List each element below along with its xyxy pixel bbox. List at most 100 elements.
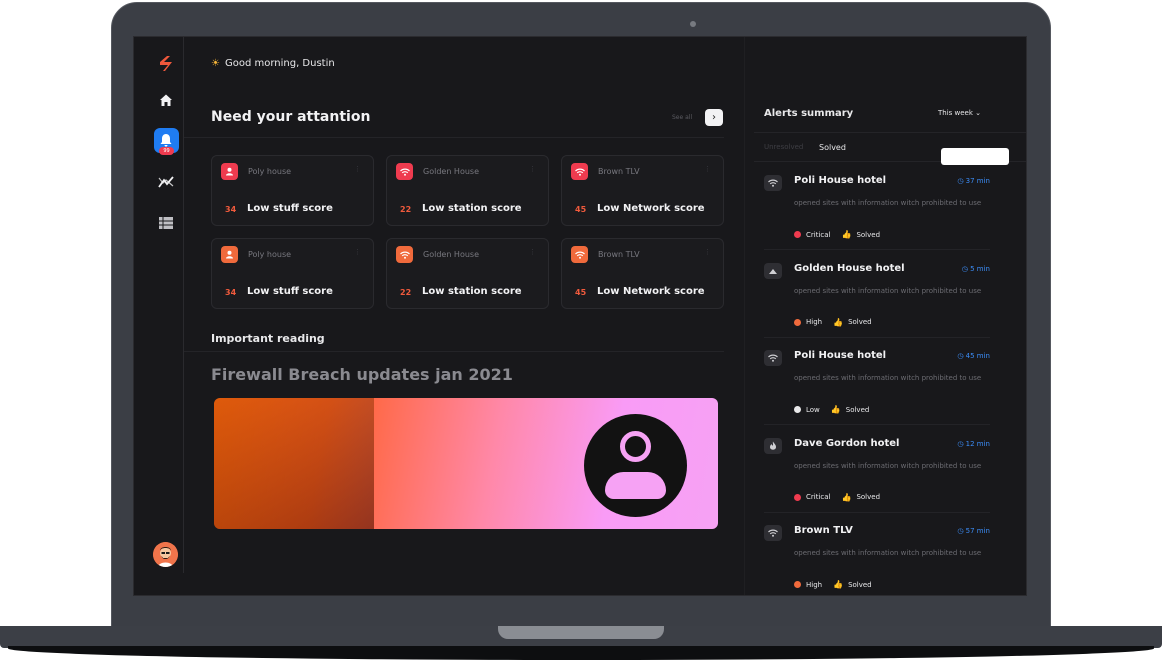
tab-solved[interactable]: Solved	[819, 143, 846, 152]
user-placeholder-icon	[584, 414, 687, 517]
alert-item[interactable]: Golden House hotel ◷ 5 min opened sites wi…	[764, 253, 990, 339]
severity-dot	[794, 318, 801, 326]
attention-card[interactable]: Poly house ⋮ 34 Low stuff score	[211, 155, 374, 226]
alert-meta: High 👍 Solved	[794, 318, 872, 327]
card-label: Low station score	[422, 203, 522, 214]
card-label: Low Network score	[597, 286, 705, 297]
status-label: Solved	[848, 580, 872, 589]
attention-card[interactable]: Poly house ⋮ 34 Low stuff score	[211, 238, 374, 309]
alerts-badge: 99	[159, 147, 174, 155]
trend-icon[interactable]	[156, 172, 176, 192]
more-icon[interactable]: ⋮	[704, 165, 711, 173]
more-icon[interactable]: ⋮	[529, 248, 536, 256]
home-icon[interactable]	[156, 90, 176, 110]
alert-description: opened sites with information witch proh…	[794, 549, 982, 557]
alert-time-value: 57 min	[965, 527, 990, 535]
alert-item[interactable]: Brown TLV ◷ 57 min opened sites with infor…	[764, 515, 990, 595]
severity-label: Low	[806, 405, 820, 414]
alert-item[interactable]: Poli House hotel ◷ 37 min opened sites wit…	[764, 165, 990, 251]
more-icon[interactable]: ⋮	[354, 248, 361, 256]
divider	[754, 132, 1026, 133]
card-score: 22	[400, 205, 412, 214]
attention-title: Need your attantion	[211, 109, 371, 125]
thumbs-up-icon: 👍	[830, 405, 841, 414]
alert-description: opened sites with information witch proh…	[794, 461, 982, 470]
sidebar: 99	[134, 37, 184, 573]
attention-card[interactable]: Golden House ⋮ 22 Low station score	[386, 238, 549, 309]
laptop-base-shadow	[8, 646, 1154, 660]
user-icon	[221, 246, 238, 263]
more-icon[interactable]: ⋮	[529, 165, 536, 173]
placeholder-body	[605, 472, 666, 499]
alert-meta: Critical 👍 Solved	[794, 493, 880, 502]
status-label: Solved	[845, 405, 870, 414]
severity-dot	[794, 231, 801, 238]
wifi-icon	[396, 246, 413, 263]
severity-dot	[794, 581, 801, 588]
alert-meta: Critical 👍 Solved	[794, 230, 880, 239]
card-location: Poly house	[248, 250, 292, 259]
see-all-link[interactable]: See all	[672, 114, 692, 121]
attention-card[interactable]: Brown TLV ⋮ 45 Low Network score	[561, 238, 724, 309]
alert-time: ◷ 57 min	[957, 527, 990, 535]
status-label: Solved	[856, 493, 881, 501]
more-icon[interactable]: ⋮	[354, 165, 361, 173]
attention-card[interactable]: Golden House ⋮ 22 Low station score	[386, 155, 549, 226]
banner-shade	[214, 398, 374, 529]
severity-label: Critical	[806, 230, 831, 239]
severity-dot	[794, 406, 801, 413]
period-label: This week	[938, 109, 973, 117]
wifi-icon	[571, 246, 588, 263]
alert-item[interactable]: Dave Gordon hotel ◷ 12 min opened sites wi…	[764, 428, 990, 514]
clock-icon: ◷	[957, 352, 964, 360]
divider	[764, 249, 990, 250]
alert-meta: Low 👍 Solved	[794, 405, 869, 414]
card-score: 45	[575, 205, 587, 214]
alert-item[interactable]: Poli House hotel ◷ 45 min opened sites wit…	[764, 340, 990, 426]
see-all-button[interactable]: ›	[705, 109, 723, 126]
tab-unresolved[interactable]: Unresolved	[764, 143, 803, 151]
chevron-right-icon: ›	[712, 112, 716, 123]
alert-name: Poli House hotel	[794, 350, 887, 361]
fire-icon	[764, 437, 782, 454]
card-label: Low stuff score	[247, 286, 333, 297]
more-icon[interactable]: ⋮	[704, 248, 711, 256]
card-location: Golden House	[423, 250, 479, 259]
attention-card[interactable]: Brown TLV ⋮ 45 Low Network score	[561, 155, 724, 226]
severity-label: High	[806, 318, 823, 326]
alert-name: Brown TLV	[794, 525, 853, 536]
period-select[interactable]: This week ⌄	[938, 109, 981, 117]
clock-icon: ◷	[957, 439, 964, 448]
alert-time-value: 12 min	[965, 439, 990, 448]
table-icon[interactable]	[156, 213, 176, 233]
alert-name: Dave Gordon hotel	[794, 437, 900, 449]
laptop-notch	[498, 626, 664, 639]
card-score: 22	[400, 288, 412, 297]
sun-icon: ☀	[211, 58, 220, 69]
chevron-down-icon: ⌄	[975, 109, 982, 117]
wifi-icon	[764, 175, 782, 191]
thumbs-up-icon: 👍	[841, 230, 852, 239]
severity-dot	[794, 493, 801, 501]
alert-time: ◷ 5 min	[962, 265, 990, 273]
alert-time: ◷ 37 min	[957, 177, 990, 185]
wifi-icon	[764, 525, 782, 541]
app-screen: 99 ☀ Good morning, Dustin Need your atta…	[133, 36, 1027, 596]
article-banner[interactable]	[214, 398, 718, 529]
alerts-title: Alerts summary	[764, 108, 854, 119]
wifi-icon	[571, 163, 588, 180]
user-avatar[interactable]	[153, 542, 178, 567]
status-label: Solved	[856, 230, 881, 239]
thumbs-up-icon: 👍	[841, 492, 852, 502]
article-title[interactable]: Firewall Breach updates jan 2021	[211, 365, 513, 384]
alert-time-value: 5 min	[970, 264, 990, 273]
alert-time: ◷ 12 min	[957, 440, 990, 448]
alert-description: opened sites with information witch proh…	[794, 199, 982, 207]
clock-icon: ◷	[957, 177, 964, 185]
alert-name: Golden House hotel	[794, 262, 905, 274]
divider	[764, 511, 990, 513]
alert-description: opened sites with information witch proh…	[794, 286, 982, 295]
wifi-icon	[396, 163, 413, 180]
logo-icon[interactable]	[156, 53, 178, 75]
status-label: Solved	[848, 318, 872, 326]
